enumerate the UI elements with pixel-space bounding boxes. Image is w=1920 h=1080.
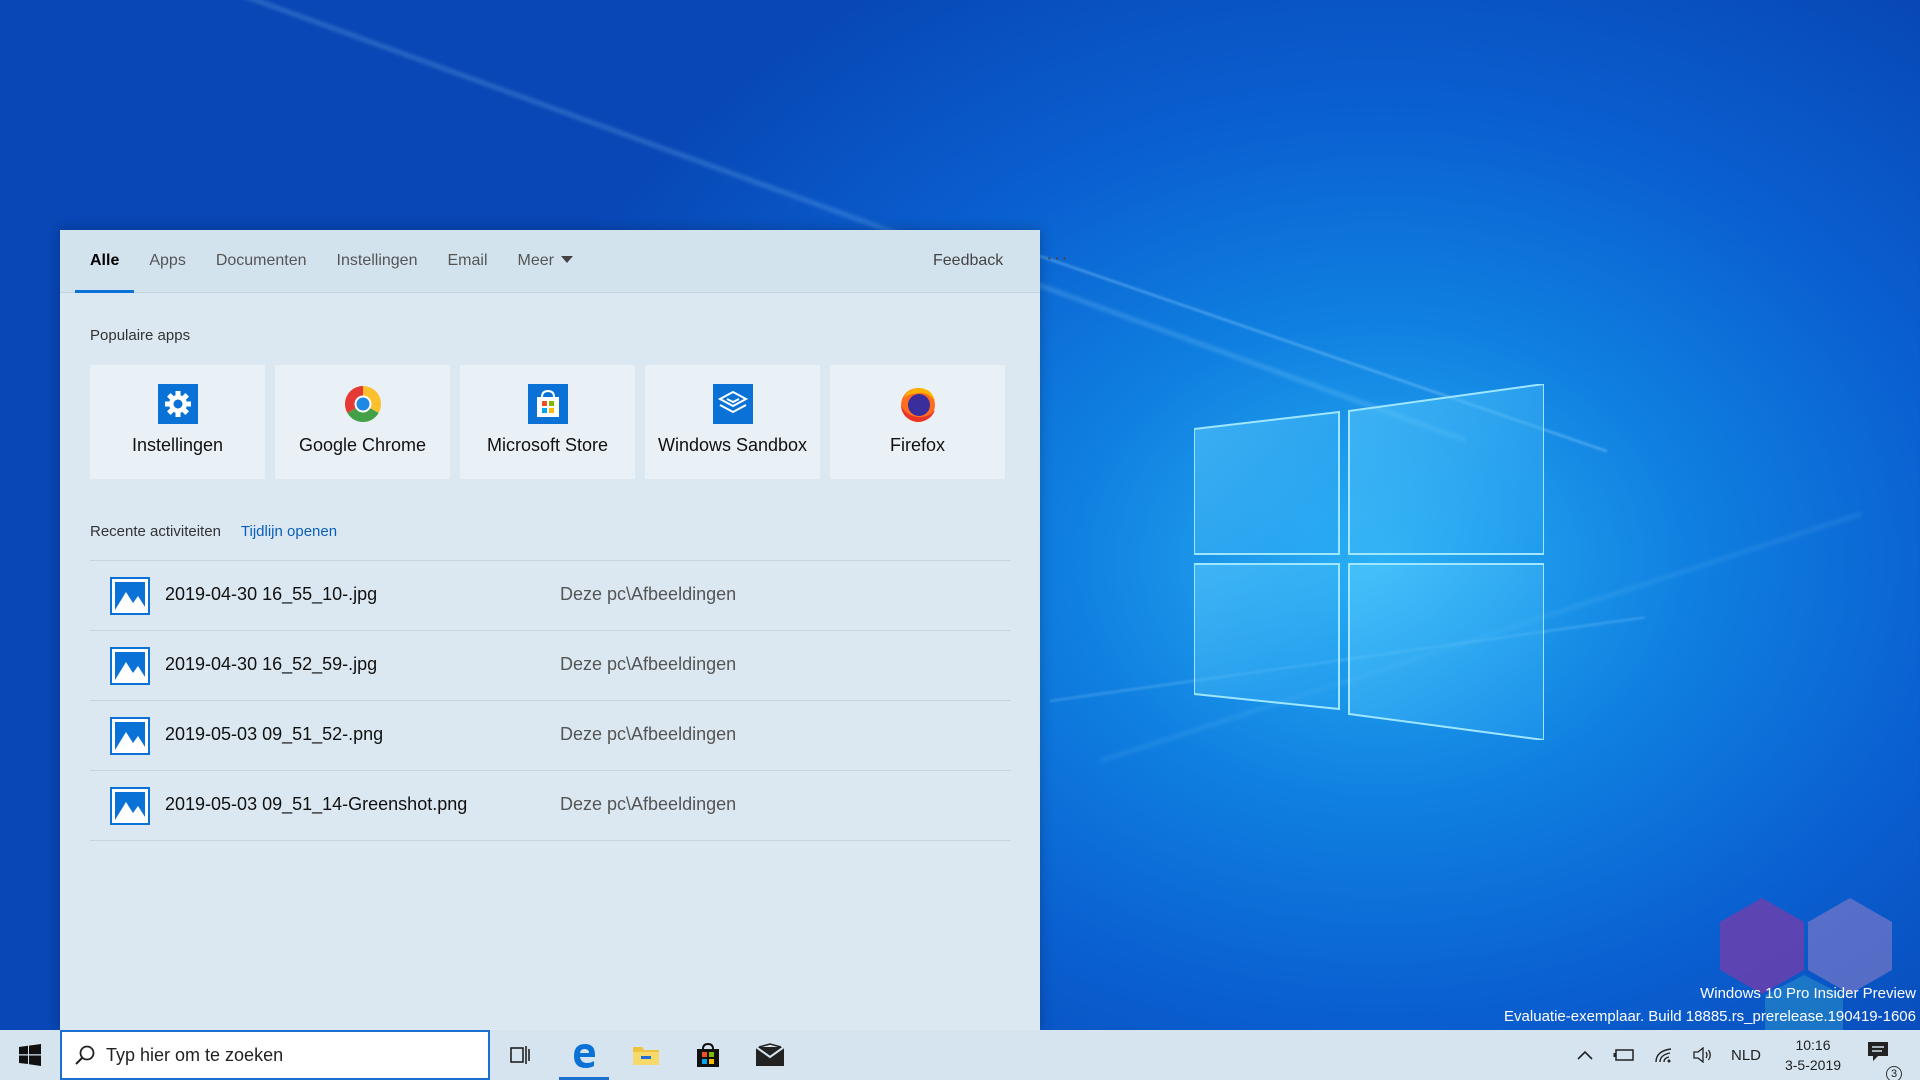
watermark-hexagon [1808, 898, 1892, 994]
folder-icon [633, 1047, 659, 1065]
battery-icon [1613, 1049, 1634, 1061]
battery-tray-button[interactable] [1606, 1030, 1642, 1080]
search-scope-tabs: Alle Apps Documenten Instellingen Email … [75, 230, 588, 293]
file-path: Deze pc\Afbeeldingen [560, 584, 737, 604]
taskbar-clock[interactable]: 10:16 3-5-2019 [1773, 1030, 1853, 1080]
list-item[interactable]: 2019-05-03 09_51_14-Greenshot.png Deze p… [90, 771, 1011, 841]
image-file-icon [110, 787, 150, 825]
clock-date: 3-5-2019 [1784, 1057, 1842, 1073]
store-taskbar-button[interactable] [677, 1030, 739, 1080]
file-name: 2019-04-30 16_55_10-.jpg [165, 584, 378, 604]
file-path: Deze pc\Afbeeldingen [560, 724, 737, 744]
show-hidden-icons-button[interactable] [1568, 1030, 1602, 1080]
chevron-up-icon [1577, 1050, 1593, 1060]
search-input[interactable] [106, 1044, 466, 1066]
tab-alle[interactable]: Alle [75, 230, 135, 293]
app-label: Instellingen [131, 435, 224, 455]
watermark-build: Evaluatie-exemplaar. Build 18885.rs_prer… [1504, 1008, 1916, 1025]
start-button[interactable] [0, 1030, 60, 1080]
app-label: Google Chrome [298, 435, 427, 455]
wifi-icon [1655, 1048, 1672, 1063]
more-options-icon[interactable]: ··· [1046, 230, 1069, 286]
list-item[interactable]: 2019-05-03 09_51_52-.png Deze pc\Afbeeld… [90, 701, 1011, 771]
build-watermark: Windows 10 Pro Insider Preview Evaluatie… [1504, 982, 1916, 1028]
edge-taskbar-button[interactable] [553, 1030, 615, 1080]
popular-apps-grid: Instellingen Google Chrome Microsoft Sto… [90, 365, 1005, 479]
app-tile-settings[interactable]: Instellingen [90, 365, 265, 479]
watermark-hexagon [1720, 898, 1804, 994]
input-language-button[interactable]: NLD [1724, 1030, 1768, 1080]
file-path: Deze pc\Afbeeldingen [560, 654, 737, 674]
app-tile-sandbox[interactable]: Windows Sandbox [645, 365, 820, 479]
recent-activities-heading: Recente activiteiten [90, 523, 221, 540]
search-panel: Alle Apps Documenten Instellingen Email … [60, 230, 1068, 1030]
search-panel-header: Alle Apps Documenten Instellingen Email … [60, 230, 1068, 293]
list-item[interactable]: 2019-04-30 16_55_10-.jpg Deze pc\Afbeeld… [90, 561, 1011, 631]
open-timeline-link[interactable]: Tijdlijn openen [241, 523, 337, 540]
mail-icon [755, 1043, 785, 1066]
file-name: 2019-05-03 09_51_52-.png [165, 724, 384, 744]
file-path: Deze pc\Afbeeldingen [560, 794, 737, 814]
list-item[interactable]: 2019-04-30 16_52_59-.jpg Deze pc\Afbeeld… [90, 631, 1011, 701]
action-center-button[interactable]: 3 [1858, 1030, 1902, 1080]
app-label: Firefox [889, 435, 945, 455]
clock-time: 10:16 [1795, 1037, 1831, 1053]
volume-tray-button[interactable] [1686, 1030, 1720, 1080]
image-file-icon [110, 717, 150, 755]
speaker-icon [1693, 1047, 1711, 1063]
store-icon [697, 1042, 719, 1067]
windows-start-icon [19, 1044, 41, 1066]
file-name: 2019-04-30 16_52_59-.jpg [165, 654, 378, 674]
notification-icon [1868, 1042, 1888, 1061]
tab-apps[interactable]: Apps [134, 230, 200, 293]
taskbar-search[interactable] [60, 1030, 490, 1080]
gear-icon [157, 384, 198, 424]
chevron-down-icon [560, 256, 573, 263]
tab-meer[interactable]: Meer [503, 230, 588, 293]
action-center-icon-wrap: 3 [1866, 1040, 1902, 1080]
sandbox-icon [712, 384, 753, 424]
app-tile-chrome[interactable]: Google Chrome [275, 365, 450, 479]
tab-documenten[interactable]: Documenten [201, 230, 322, 293]
tab-email[interactable]: Email [432, 230, 502, 293]
chrome-icon [343, 384, 383, 424]
feedback-button[interactable]: Feedback [933, 230, 1003, 292]
task-view-icon [510, 1046, 530, 1064]
app-tile-firefox[interactable]: Firefox [830, 365, 1005, 479]
image-file-icon [110, 647, 150, 685]
recent-files-list: 2019-04-30 16_55_10-.jpg Deze pc\Afbeeld… [90, 560, 1011, 841]
app-tile-store[interactable]: Microsoft Store [460, 365, 635, 479]
tab-meer-label: Meer [517, 252, 554, 269]
popular-apps-heading: Populaire apps [90, 327, 191, 344]
file-explorer-button[interactable] [615, 1030, 677, 1080]
firefox-icon [898, 384, 938, 424]
watermark-edition: Windows 10 Pro Insider Preview [1700, 985, 1916, 1002]
windows-logo-wallpaper [1194, 384, 1544, 740]
file-name: 2019-05-03 09_51_14-Greenshot.png [165, 794, 468, 814]
network-tray-button[interactable] [1646, 1030, 1682, 1080]
notification-count-badge: 3 [1886, 1066, 1902, 1080]
edge-icon [574, 1044, 595, 1068]
store-icon [527, 384, 568, 424]
task-view-button[interactable] [490, 1030, 552, 1080]
taskbar: NLD 10:16 3-5-2019 3 [0, 1030, 1920, 1080]
app-label: Windows Sandbox [657, 435, 808, 455]
tab-instellingen[interactable]: Instellingen [322, 230, 433, 293]
app-label: Microsoft Store [486, 435, 609, 455]
mail-taskbar-button[interactable] [739, 1030, 801, 1080]
recent-activities-header: Recente activiteiten Tijdlijn openen [90, 523, 337, 540]
image-file-icon [110, 577, 150, 615]
search-icon [75, 1045, 95, 1065]
